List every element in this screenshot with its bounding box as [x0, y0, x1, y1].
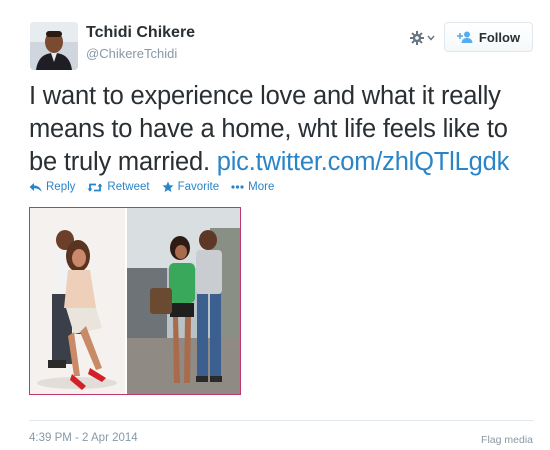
embedded-tweet: Tchidi Chikere @ChikereTchidi Follow I w… — [0, 0, 550, 450]
tweet-media-link[interactable]: pic.twitter.com/zhlQTlLgdk — [217, 148, 510, 176]
flag-media-link[interactable]: Flag media — [481, 434, 533, 446]
star-icon — [162, 181, 174, 192]
follow-button[interactable]: Follow — [444, 22, 533, 52]
retweet-icon — [87, 183, 103, 191]
avatar[interactable] — [30, 22, 78, 70]
add-user-icon — [456, 31, 473, 43]
favorite-button[interactable]: Favorite — [162, 181, 220, 193]
tweet-actions: Reply Retweet Favorite More — [29, 181, 274, 193]
retweet-button[interactable]: Retweet — [87, 181, 150, 193]
more-button[interactable]: More — [231, 181, 274, 193]
gear-icon — [410, 31, 424, 45]
chevron-down-icon — [427, 35, 435, 41]
tweet-text: I want to experience love and what it re… — [29, 80, 534, 179]
settings-dropdown-button[interactable] — [409, 29, 439, 47]
avatar-image — [30, 22, 78, 70]
more-dots-icon — [231, 185, 244, 189]
user-screen-name[interactable]: @ChikereTchidi — [86, 46, 177, 61]
reply-label: Reply — [46, 181, 76, 193]
footer-divider — [29, 420, 534, 421]
tweet-photo[interactable] — [29, 207, 241, 395]
favorite-label: Favorite — [177, 181, 220, 193]
retweet-label: Retweet — [107, 181, 150, 193]
reply-icon — [29, 182, 42, 192]
reply-button[interactable]: Reply — [29, 181, 75, 193]
tweet-photo-image — [30, 208, 240, 394]
follow-button-label: Follow — [478, 29, 521, 45]
more-label: More — [248, 181, 275, 193]
user-display-name[interactable]: Tchidi Chikere — [86, 24, 195, 42]
tweet-timestamp[interactable]: 4:39 PM - 2 Apr 2014 — [29, 432, 138, 444]
